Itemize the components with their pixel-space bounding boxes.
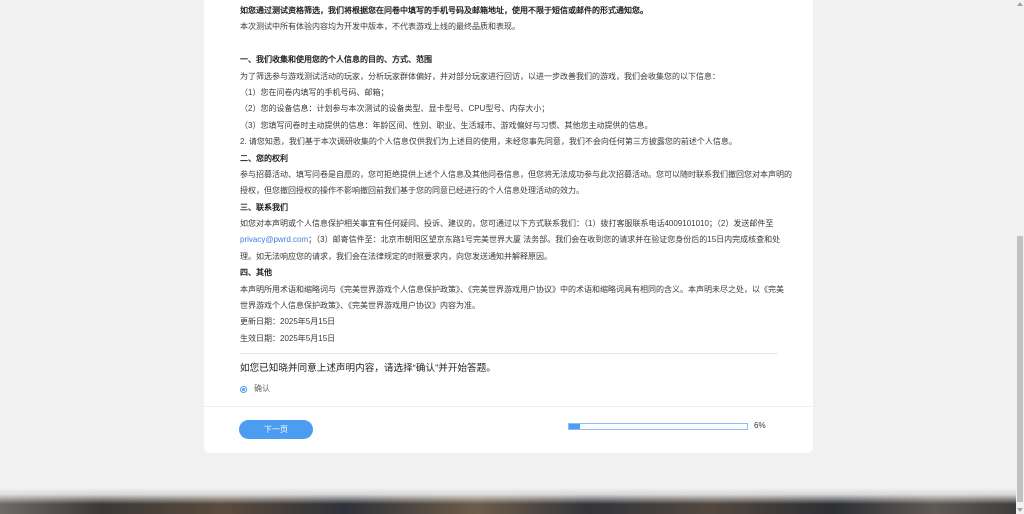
survey-page: 如您通过测试资格筛选，我们将根据您在问卷中填写的手机号码及邮箱地址，使用不限于短… [0, 0, 1016, 514]
update-date: 更新日期：2025年5月15日 [240, 317, 336, 327]
section-heading: 二、您的权利 [240, 153, 288, 163]
intro-notice: 如您通过测试资格筛选，我们将根据您在问卷中填写的手机号码及邮箱地址，使用不限于短… [240, 6, 648, 15]
chevron-up-icon[interactable] [1017, 2, 1023, 6]
effective-date: 生效日期：2025年5月15日 [240, 333, 336, 343]
next-page-button[interactable]: 下一页 [239, 420, 313, 439]
option-confirm[interactable]: 确认 [240, 383, 270, 395]
statement-line: （3）您填写问卷时主动提供的信息：年龄区间、性别、职业、生活城市、游戏偏好与习惯… [240, 120, 653, 130]
statement-line: privacy@pwrd.com；（3）邮寄信件至：北京市朝阳区望京东路1号完美… [240, 232, 780, 248]
statement-line: 如您对本声明或个人信息保护相关事宜有任何疑问、投诉、建议的，您可通过以下方式联系… [240, 219, 774, 229]
progress-fill [569, 424, 580, 429]
statement-line: 为了筛选参与游戏测试活动的玩家，分析玩家群体偏好，并对部分玩家进行回访，以进一步… [240, 71, 720, 81]
intro-disclaimer: 本次测试中所有体验内容均为开发中版本，不代表游戏上线的最终品质和表现。 [240, 22, 520, 32]
progress-percent: 6% [754, 421, 766, 430]
statement-line: 授权，但您撤回授权的操作不影响撤回前我们基于您的同意已经进行的个人信息处理活动的… [240, 186, 584, 196]
vertical-scrollbar[interactable] [1016, 0, 1024, 514]
statement-divider [240, 353, 778, 354]
privacy-statement: 如您通过测试资格筛选，我们将根据您在问卷中填写的手机号码及邮箱地址，使用不限于短… [240, 3, 792, 347]
chevron-down-icon[interactable] [1017, 508, 1023, 512]
privacy-email-link[interactable]: privacy@pwrd.com [240, 235, 308, 244]
statement-line-text: ；（3）邮寄信件至：北京市朝阳区望京东路1号完美世界大厦 法务部。我们会在收到您… [308, 235, 781, 245]
question-title: 如您已知晓并同意上述声明内容，请选择“确认”并开始答题。 [240, 363, 496, 374]
statement-line: （1）您在问卷内填写的手机号码、邮箱； [240, 87, 389, 97]
statement-line: （2）您的设备信息：计划参与本次测试的设备类型、显卡型号、CPU型号、内存大小； [240, 104, 550, 114]
option-label[interactable]: 确认 [254, 383, 270, 395]
background-banner-image [0, 488, 1016, 514]
survey-card: 如您通过测试资格筛选，我们将根据您在问卷中填写的手机号码及邮箱地址，使用不限于短… [204, 0, 813, 453]
footer-divider [204, 406, 813, 407]
statement-line: 2. 请您知悉，我们基于本次调研收集的个人信息仅供我们为上述目的使用，未经您事先… [240, 137, 737, 147]
section-heading: 一、我们收集和使用您的个人信息的目的、方式、范围 [240, 55, 432, 65]
confirm-radio[interactable] [240, 385, 247, 393]
statement-line: 本声明所用术语和缩略词与《完美世界游戏个人信息保护政策》、《完美世界游戏用户协议… [240, 284, 784, 294]
statement-line: 理。如无法响应您的请求，我们会在法律规定的时限要求内，向您发送通知并解释原因。 [240, 251, 552, 261]
scrollbar-thumb[interactable] [1017, 236, 1023, 502]
statement-line: 参与招募活动、填写问卷是自愿的，您可拒绝提供上述个人信息及其他问卷信息，但您将无… [240, 169, 792, 179]
progress-bar [568, 423, 748, 430]
section-heading: 四、其他 [240, 268, 272, 278]
statement-line: 世界游戏个人信息保护政策》、《完美世界游戏用户协议》内容为准。 [240, 301, 480, 311]
section-heading: 三、联系我们 [240, 202, 288, 212]
